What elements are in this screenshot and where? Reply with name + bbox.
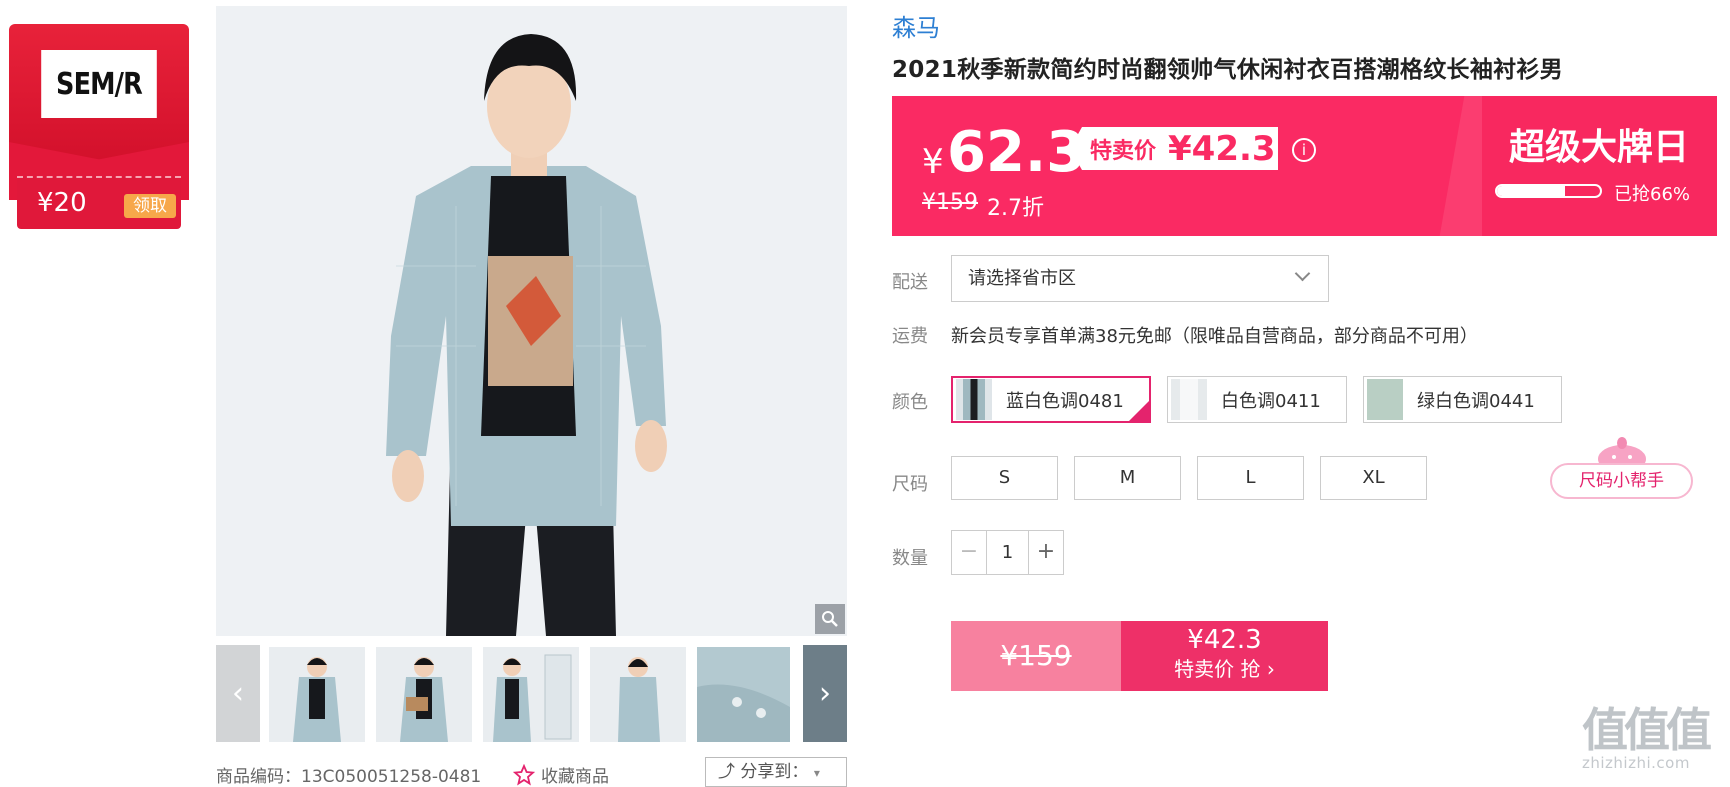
quantity-label: 数量 [892,548,928,569]
region-select[interactable]: 请选择省市区 [951,255,1329,302]
color-option[interactable]: 白色调0411 [1167,376,1347,423]
product-title: 2021秋季新款简约时尚翻领帅气休闲衬衣百搭潮格纹长袖衬衫男 [892,57,1564,83]
currency-symbol: ¥ [922,142,944,182]
chevron-down-icon [1294,265,1311,282]
color-option-selected[interactable]: 蓝白色调0481 [951,376,1151,423]
shipping-info: 新会员专享首单满38元免邮（限唯品自营商品，部分商品不可用） [951,326,1478,347]
buy-now-button[interactable]: ¥42.3 特卖价 抢 › [1121,621,1328,691]
discount-rate: 2.7折 [987,196,1044,221]
coupon-amount: ¥20 [37,188,87,218]
quantity-plus-button[interactable]: + [1029,531,1063,574]
size-helper-button[interactable]: 尺码小帮手 [1550,463,1693,499]
quantity-minus-button[interactable]: − [952,531,986,574]
size-option-l[interactable]: L [1197,456,1304,500]
buy-label: 特卖价 抢 › [1174,657,1275,681]
star-icon [513,763,535,785]
size-option-m[interactable]: M [1074,456,1181,500]
color-swatch-image [1367,379,1403,420]
main-product-image[interactable] [216,6,847,636]
size-label: 尺码 [892,474,928,495]
color-swatch-image [956,379,992,420]
thumbnail-image [376,647,472,742]
watermark-logo: 值值值 [1582,703,1712,757]
thumbnail-image [590,647,686,742]
product-code: 商品编码：13C050051258-0481 [216,767,482,787]
sold-progress-fill [1497,186,1565,196]
chevron-left-icon: ‹ [232,676,244,711]
thumbnail[interactable] [697,647,790,742]
thumbnail-image [269,647,365,742]
thumbnail[interactable] [590,647,686,742]
coupon-strip: ¥20 领取 [17,176,181,229]
zoom-button[interactable] [815,604,845,634]
share-button[interactable]: ⤴ 分享到： ▾ [705,757,847,787]
claim-coupon-button[interactable]: 领取 [124,194,176,218]
brand-coupon-card: SEM/R ¥20 领取 [9,24,189,229]
event-title: 超级大牌日 [1508,127,1689,168]
region-select-value: 请选择省市区 [968,268,1076,289]
color-option-label: 绿白色调0441 [1417,390,1535,412]
selected-check-icon [1129,401,1149,421]
color-swatch-image [1171,379,1207,420]
sale-price-tag: 特卖价 ¥42.3 [1070,127,1278,170]
share-icon: ⤴ [718,762,735,782]
favorite-button[interactable]: 收藏商品 [513,762,609,787]
watermark: 值值值 zhizhizhi.com [1582,694,1722,772]
thumbnail-next-button[interactable]: › [803,645,847,742]
size-option-s[interactable]: S [951,456,1058,500]
thumbnail-prev-button[interactable]: ‹ [216,645,260,742]
chevron-down-icon: ▾ [813,766,820,780]
chevron-right-icon: › [819,676,831,711]
thumbnail[interactable] [376,647,472,742]
favorite-label: 收藏商品 [541,767,609,787]
buy-price: ¥42.3 [1187,625,1262,655]
original-price: ¥159 [922,190,978,215]
color-option-label: 蓝白色调0481 [1006,390,1124,412]
color-option[interactable]: 绿白色调0441 [1363,376,1562,423]
thumbnail[interactable] [269,647,365,742]
quantity-input[interactable]: 1 [986,531,1029,574]
price-banner: ¥ 62.3 特卖价 ¥42.3 i ¥159 2.7折 超级大牌日 已抢66% [892,96,1717,236]
thumbnail-image [483,647,579,742]
size-option-xl[interactable]: XL [1320,456,1427,500]
quantity-stepper: − 1 + [951,530,1064,575]
delivery-label: 配送 [892,272,928,293]
magnifier-icon [822,611,838,627]
share-label: 分享到： [740,762,809,782]
color-option-label: 白色调0411 [1221,390,1321,412]
buy-original-price: ¥159 [951,621,1121,691]
shipping-label: 运费 [892,326,928,347]
sold-progress-bar [1495,184,1602,198]
brand-link[interactable]: 森马 [892,8,940,43]
buy-original-price-text: ¥159 [1000,639,1072,672]
brand-logo[interactable]: SEM/R [41,50,157,118]
thumbnail[interactable] [483,647,579,742]
sale-label: 特卖价 [1090,138,1157,164]
thumbnail-image [697,647,790,742]
sale-price: ¥42.3 [1168,128,1276,169]
sold-progress-text: 已抢66% [1614,184,1691,205]
current-price: 62.3 [947,120,1086,185]
info-icon[interactable]: i [1292,138,1316,162]
color-label: 颜色 [892,392,928,413]
model-illustration [216,6,847,636]
